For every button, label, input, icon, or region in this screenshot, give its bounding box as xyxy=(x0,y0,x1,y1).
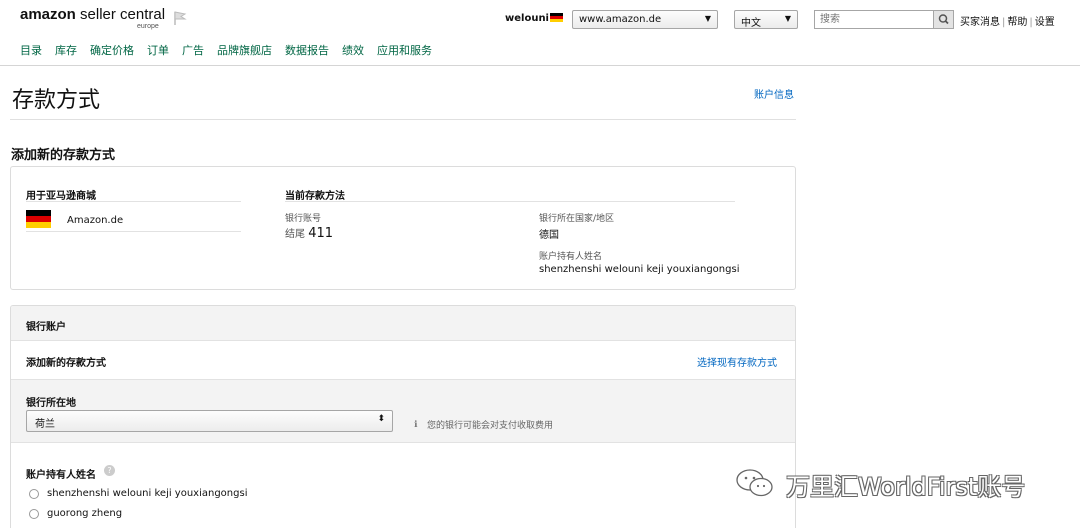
info-icon: ℹ xyxy=(414,420,418,430)
language-select-value: 中文 xyxy=(741,18,761,29)
account-holder-value: shenzhenshi welouni keji youxiangongsi xyxy=(539,264,740,275)
help-icon[interactable]: ? xyxy=(104,465,115,476)
buyer-messages-link[interactable]: 买家消息 xyxy=(960,17,1000,28)
account-number-label: 银行账号 xyxy=(285,214,322,224)
marketplace-column-label: 用于亚马逊商城 xyxy=(26,191,96,202)
flag-icon[interactable] xyxy=(172,10,188,26)
marketplace-select[interactable]: www.amazon.de ▼ xyxy=(572,10,718,29)
choose-existing-method-link[interactable]: 选择现有存款方式 xyxy=(697,354,777,369)
account-info-link[interactable]: 账户信息 xyxy=(754,86,794,101)
nav-inventory[interactable]: 库存 xyxy=(55,42,77,58)
bank-account-panel: 银行账户 添加新的存款方式 选择现有存款方式 银行所在地 荷兰 ⬍ ℹ 您的银行… xyxy=(10,305,796,528)
nav-pricing[interactable]: 确定价格 xyxy=(90,42,134,58)
store-name: welouni xyxy=(505,13,549,24)
nav-catalog[interactable]: 目录 xyxy=(20,42,42,58)
watermark-text: 万里汇WorldFirst账号 xyxy=(786,473,1026,501)
bank-location-section: 银行所在地 荷兰 ⬍ ℹ 您的银行可能会对支付收取费用 xyxy=(11,379,795,443)
add-new-method-title: 添加新的存款方式 xyxy=(26,358,106,369)
bank-country-value: 德国 xyxy=(539,230,559,241)
bank-account-panel-header: 银行账户 xyxy=(11,306,795,341)
bank-account-title: 银行账户 xyxy=(26,322,66,333)
nav-apps-services[interactable]: 应用和服务 xyxy=(377,42,432,58)
title-divider xyxy=(10,119,796,120)
section-title: 添加新的存款方式 xyxy=(11,148,116,163)
holder-option-label: guorong zheng xyxy=(47,508,123,519)
logo-region: europe xyxy=(137,23,159,30)
language-select[interactable]: 中文 ▼ xyxy=(734,10,798,29)
top-header: amazon seller central europe welouni www… xyxy=(0,0,1080,66)
holder-option-company[interactable]: shenzhenshi welouni keji youxiangongsi xyxy=(29,488,247,499)
germany-flag-icon xyxy=(26,210,51,228)
bank-location-label: 银行所在地 xyxy=(26,398,76,409)
account-holder-label: 账户持有人姓名 xyxy=(539,252,603,262)
help-link[interactable]: 帮助 xyxy=(1007,17,1027,28)
holder-option-person[interactable]: guorong zheng xyxy=(29,508,122,519)
nav-stores[interactable]: 品牌旗舰店 xyxy=(217,42,272,58)
bank-country-label: 银行所在国家/地区 xyxy=(539,214,615,224)
nav-orders[interactable]: 订单 xyxy=(147,42,169,58)
bank-location-select[interactable]: 荷兰 ⬍ xyxy=(26,410,393,432)
nav-performance[interactable]: 绩效 xyxy=(342,42,364,58)
main-nav: 目录 库存 确定价格 订单 广告 品牌旗舰店 数据报告 绩效 应用和服务 xyxy=(20,42,445,58)
dropdown-arrow-icon: ▼ xyxy=(704,14,711,23)
fee-note: 您的银行可能会对支付收取费用 xyxy=(427,421,554,431)
logo-seller-central-text: seller central xyxy=(75,6,166,23)
search-input[interactable] xyxy=(815,11,933,28)
top-links: 买家消息 | 帮助 | 设置 xyxy=(960,17,1055,28)
holder-name-label: 账户持有人姓名 xyxy=(26,470,96,481)
radio-button[interactable] xyxy=(29,488,39,499)
current-method-label: 当前存款方法 xyxy=(285,191,345,202)
bank-location-value: 荷兰 xyxy=(35,419,55,430)
dropdown-arrow-icon: ▼ xyxy=(784,14,791,23)
account-ending: 结尾 411 xyxy=(285,226,334,241)
search-box xyxy=(814,10,954,29)
holder-option-label: shenzhenshi welouni keji youxiangongsi xyxy=(47,488,248,499)
account-ending-digits: 411 xyxy=(308,226,334,241)
wechat-icon xyxy=(736,469,773,497)
current-method-card: 用于亚马逊商城 Amazon.de 当前存款方法 银行账号 结尾 411 银行所… xyxy=(10,166,796,290)
germany-flag-icon xyxy=(550,13,563,22)
nav-reports[interactable]: 数据报告 xyxy=(285,42,329,58)
settings-link[interactable]: 设置 xyxy=(1035,17,1055,28)
nav-advertising[interactable]: 广告 xyxy=(182,42,204,58)
select-updown-icon: ⬍ xyxy=(377,414,385,424)
radio-button[interactable] xyxy=(29,508,39,519)
search-button[interactable] xyxy=(933,11,953,28)
marketplace-name: Amazon.de xyxy=(67,215,124,226)
wechat-watermark: 万里汇WorldFirst账号 xyxy=(734,465,1054,501)
page-title: 存款方式 xyxy=(12,88,101,113)
search-icon xyxy=(938,14,949,25)
marketplace-select-value: www.amazon.de xyxy=(579,14,662,25)
seller-central-logo[interactable]: amazon seller central europe xyxy=(20,6,166,30)
logo-amazon-text: amazon xyxy=(20,6,76,23)
